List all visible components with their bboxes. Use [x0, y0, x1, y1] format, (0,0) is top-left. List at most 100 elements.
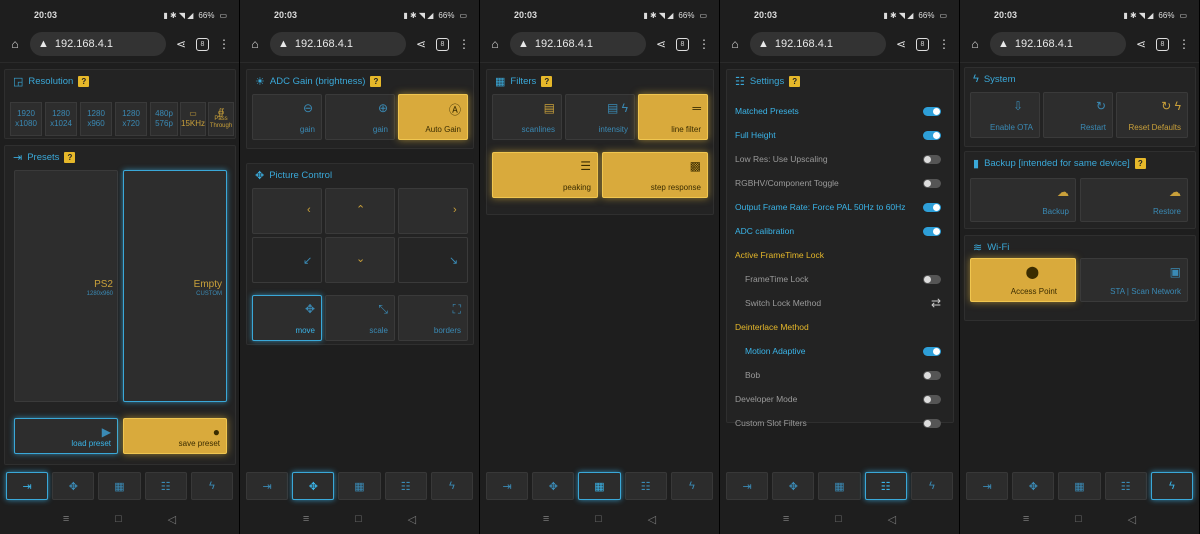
nav-settings-tab[interactable]: ☷	[144, 472, 187, 500]
share-icon[interactable]: ⋖	[174, 37, 188, 51]
nav-system-tab[interactable]: ϟ	[190, 472, 234, 500]
nav-system-tab[interactable]: ϟ	[430, 472, 474, 500]
url-field[interactable]: ▲ 192.168.4.1	[990, 32, 1126, 56]
setting-row[interactable]: FrameTime Lock	[735, 272, 941, 286]
nav-settings-tab[interactable]: ☷	[624, 472, 667, 500]
home-icon[interactable]: ⌂	[8, 37, 22, 51]
scanlines-button[interactable]: ▤ scanlines	[492, 94, 562, 140]
toggle-switch[interactable]	[923, 274, 941, 284]
toggle-switch[interactable]	[923, 202, 941, 212]
dpad-right-button[interactable]: ›	[398, 188, 468, 234]
line-filter-button[interactable]: ═ line filter	[638, 94, 708, 140]
nav-input-tab[interactable]: ⇥	[966, 472, 1009, 500]
nav-input-tab[interactable]: ⇥	[486, 472, 529, 500]
nav-settings-tab[interactable]: ☷	[864, 472, 907, 500]
backup-button[interactable]: ☁ Backup	[970, 178, 1076, 222]
home-icon[interactable]: ⌂	[728, 37, 742, 51]
home-icon[interactable]: ⌂	[968, 37, 982, 51]
nav-picture-tab[interactable]: ✥	[1012, 472, 1055, 500]
nav-input-tab[interactable]: ⇥	[726, 472, 769, 500]
recents-icon[interactable]: ≡	[1023, 513, 1029, 525]
share-icon[interactable]: ⋖	[1134, 37, 1148, 51]
access-point-button[interactable]: ⬤ Access Point	[970, 258, 1076, 302]
toggle-switch[interactable]	[923, 226, 941, 236]
back-icon[interactable]: ◁	[1128, 513, 1136, 526]
res-1280x960-button[interactable]: 1280 x960	[80, 102, 112, 136]
nav-picture-tab[interactable]: ✥	[52, 472, 95, 500]
setting-row[interactable]: ADC calibration	[735, 224, 941, 238]
recents-icon[interactable]: ≡	[543, 513, 549, 525]
restore-button[interactable]: ☁ Restore	[1080, 178, 1188, 222]
menu-icon[interactable]: ⋮	[457, 37, 471, 51]
nav-picture-tab[interactable]: ✥	[772, 472, 815, 500]
url-field[interactable]: ▲ 192.168.4.1	[510, 32, 646, 56]
home-nav-icon[interactable]: □	[115, 513, 122, 525]
toggle-switch[interactable]	[923, 178, 941, 188]
res-15khz-button[interactable]: ▭ 15KHz	[180, 102, 206, 136]
save-preset-button[interactable]: ● save preset	[123, 418, 227, 454]
dpad-right-down[interactable]: ↘	[398, 237, 468, 283]
home-icon[interactable]: ⌂	[248, 37, 262, 51]
dpad-down-button[interactable]: ⌄	[325, 237, 395, 283]
dpad-up-button[interactable]: ⌃	[325, 188, 395, 234]
back-icon[interactable]: ◁	[168, 513, 176, 526]
share-icon[interactable]: ⋖	[654, 37, 668, 51]
preset-slot-empty[interactable]: Empty CUSTOM	[123, 170, 227, 402]
tab-count-button[interactable]: 8	[916, 37, 929, 51]
nav-system-tab[interactable]: ϟ	[910, 472, 954, 500]
nav-filters-tab[interactable]: ▦	[578, 472, 621, 500]
setting-row[interactable]: Switch Lock Method ⇄	[735, 296, 941, 310]
setting-row[interactable]: Custom Slot Filters	[735, 416, 941, 430]
back-icon[interactable]: ◁	[648, 513, 656, 526]
toggle-switch[interactable]	[923, 394, 941, 404]
enable-ota-button[interactable]: ⇩ Enable OTA	[970, 92, 1040, 138]
load-preset-button[interactable]: ▶ load preset	[14, 418, 118, 454]
dpad-left-down[interactable]: ↙	[252, 237, 322, 283]
setting-row[interactable]: RGBHV/Component Toggle	[735, 176, 941, 190]
gain-minus-button[interactable]: ⊖ gain	[252, 94, 322, 140]
url-field[interactable]: ▲ 192.168.4.1	[30, 32, 166, 56]
gain-plus-button[interactable]: ⊕ gain	[325, 94, 395, 140]
menu-icon[interactable]: ⋮	[217, 37, 231, 51]
nav-picture-tab[interactable]: ✥	[532, 472, 575, 500]
home-icon[interactable]: ⌂	[488, 37, 502, 51]
home-nav-icon[interactable]: □	[355, 513, 362, 525]
res-480p-576p-button[interactable]: 480p 576p	[150, 102, 178, 136]
toggle-switch[interactable]	[923, 154, 941, 164]
home-nav-icon[interactable]: □	[1075, 513, 1082, 525]
toggle-switch[interactable]	[923, 346, 941, 356]
nav-filters-tab[interactable]: ▦	[338, 472, 381, 500]
setting-row[interactable]: Low Res: Use Upscaling	[735, 152, 941, 166]
home-nav-icon[interactable]: □	[835, 513, 842, 525]
setting-row[interactable]: Matched Presets	[735, 104, 941, 118]
share-icon[interactable]: ⋖	[894, 37, 908, 51]
back-icon[interactable]: ◁	[888, 513, 896, 526]
step-response-button[interactable]: ▩ step response	[602, 152, 708, 198]
setting-row[interactable]: Output Frame Rate: Force PAL 50Hz to 60H…	[735, 200, 941, 214]
nav-settings-tab[interactable]: ☷	[384, 472, 427, 500]
recents-icon[interactable]: ≡	[303, 513, 309, 525]
help-badge[interactable]: ?	[370, 75, 382, 87]
borders-mode-button[interactable]: ⛶ borders	[398, 295, 468, 341]
peaking-button[interactable]: ☰ peaking	[492, 152, 598, 198]
nav-input-tab[interactable]: ⇥	[6, 472, 49, 500]
nav-system-tab[interactable]: ϟ	[1150, 472, 1194, 500]
scale-mode-button[interactable]: ⤡ scale	[325, 295, 395, 341]
toggle-switch[interactable]	[923, 130, 941, 140]
menu-icon[interactable]: ⋮	[697, 37, 711, 51]
back-icon[interactable]: ◁	[408, 513, 416, 526]
intensity-button[interactable]: ▤ ϟ intensity	[565, 94, 635, 140]
help-badge[interactable]: ?	[789, 75, 801, 87]
res-1280x720-button[interactable]: 1280 x720	[115, 102, 147, 136]
move-mode-button[interactable]: ✥ move	[252, 295, 322, 341]
res-1920x1080-button[interactable]: 1920 x1080	[10, 102, 42, 136]
setting-row[interactable]: Full Height	[735, 128, 941, 142]
tab-count-button[interactable]: 8	[676, 37, 689, 51]
reset-defaults-button[interactable]: ↻ ϟ Reset Defaults	[1116, 92, 1188, 138]
home-nav-icon[interactable]: □	[595, 513, 602, 525]
url-field[interactable]: ▲ 192.168.4.1	[750, 32, 886, 56]
help-badge[interactable]: ?	[1134, 157, 1146, 169]
toggle-switch[interactable]	[923, 106, 941, 116]
swap-icon[interactable]: ⇄	[931, 296, 941, 310]
tab-count-button[interactable]: 8	[1156, 37, 1169, 51]
